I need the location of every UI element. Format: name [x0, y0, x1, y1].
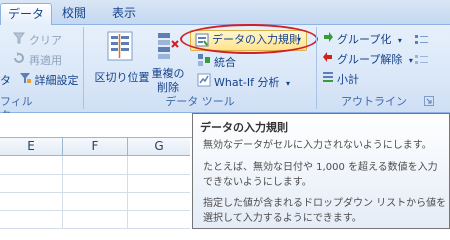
- consolidate-button[interactable]: 統合: [197, 53, 236, 71]
- advanced-filter-button[interactable]: タ 詳細設定: [0, 71, 79, 89]
- whatif-label: What-If 分析: [214, 76, 280, 89]
- chevron-down-icon: ▾: [408, 56, 413, 65]
- text-to-columns-label: 区切り位置: [94, 71, 150, 84]
- consolidate-label: 統合: [214, 56, 236, 69]
- ungroup-label: グループ解除: [337, 53, 403, 66]
- reapply-button[interactable]: 再適用: [12, 51, 62, 69]
- column-header-f[interactable]: F: [63, 138, 128, 155]
- hide-detail-icon[interactable]: [415, 54, 429, 69]
- group-arrow-icon: [322, 31, 334, 49]
- clear-filter-icon: [12, 31, 26, 51]
- ungroup-arrow-icon: [322, 51, 334, 69]
- data-tools-group-label: データ ツール: [165, 95, 235, 108]
- subtotal-icon: [322, 71, 334, 89]
- whatif-analysis-button[interactable]: What-If 分析 ▾: [197, 73, 290, 91]
- reapply-icon: [12, 51, 26, 71]
- sort-filter-cut-text: タ: [0, 74, 11, 87]
- reapply-label: 再適用: [29, 54, 62, 67]
- subtotal-button[interactable]: 小計: [322, 71, 359, 89]
- worksheet-grid[interactable]: [0, 156, 190, 229]
- sort-filter-group-label: フィルタ: [0, 95, 33, 122]
- tab-data[interactable]: データ: [0, 3, 52, 25]
- show-detail-icon[interactable]: [415, 34, 429, 49]
- subtotal-label: 小計: [337, 73, 359, 86]
- group-button[interactable]: グループ化 ▾: [322, 31, 402, 49]
- whatif-icon: [197, 73, 211, 93]
- text-to-columns-icon: [107, 31, 133, 64]
- highlight-ellipse: [180, 24, 318, 54]
- chevron-down-icon: ▾: [397, 36, 402, 45]
- tooltip-text-2: たとえば、無効な日付や 1,000 を超える数値を入力できないようにします。: [203, 162, 438, 188]
- column-header-e[interactable]: E: [0, 138, 63, 155]
- remove-duplicates-icon: [156, 31, 180, 64]
- ungroup-button[interactable]: グループ解除 ▾: [322, 51, 413, 69]
- tooltip-text-3: 指定した値が含まれるドロップダウン リストから値を選択して入力するようにできます…: [203, 198, 447, 224]
- advanced-filter-icon: [18, 71, 32, 91]
- tooltip-title: データの入力規則: [200, 121, 288, 134]
- remove-duplicates-label-2: 削除: [157, 81, 179, 94]
- ribbon-tab-bar: データ 校閲 表示: [0, 0, 450, 25]
- data-validation-tooltip: データの入力規則 無効なデータがセルに入力されないようにします。 たとえば、無効…: [192, 113, 450, 229]
- group-label: グループ化: [337, 33, 392, 46]
- group-separator: [83, 27, 84, 109]
- column-headers: E F G: [0, 138, 190, 156]
- tab-view[interactable]: 表示: [106, 3, 142, 24]
- tab-review[interactable]: 校閲: [56, 3, 92, 24]
- chevron-down-icon: ▾: [285, 79, 290, 88]
- advanced-label: 詳細設定: [34, 74, 79, 87]
- tooltip-text-1: 無効なデータがセルに入力されないようにします。: [203, 140, 432, 151]
- clear-button[interactable]: クリア: [12, 31, 62, 49]
- column-header-g[interactable]: G: [128, 138, 190, 155]
- clear-label: クリア: [29, 34, 62, 47]
- outline-group-label: アウトライン: [341, 95, 407, 108]
- dialog-launcher-icon[interactable]: [424, 96, 434, 109]
- text-to-columns-button[interactable]: 区切り位置: [94, 29, 150, 91]
- consolidate-icon: [197, 53, 211, 73]
- group-separator: [316, 27, 317, 109]
